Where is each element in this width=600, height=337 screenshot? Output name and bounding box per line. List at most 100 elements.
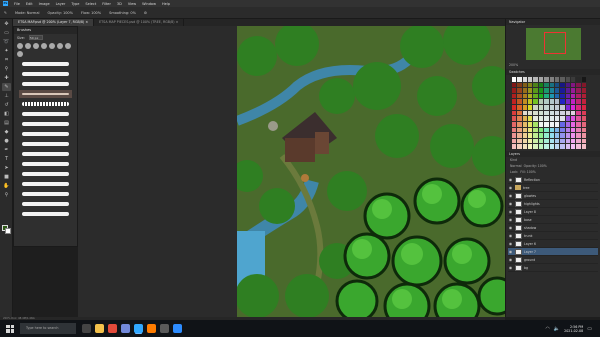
menu-window[interactable]: Window [142,2,156,6]
color-swatch[interactable] [565,82,570,88]
color-swatch[interactable] [576,77,581,82]
brush-stroke-preview[interactable] [19,160,72,168]
menu-3d[interactable]: 3D [117,2,122,6]
color-swatch[interactable] [554,88,560,93]
brush-stroke-preview[interactable] [19,180,72,188]
color-swatch[interactable] [581,88,586,93]
color-swatch[interactable] [549,110,554,116]
brush-tool-icon[interactable]: ✎ [4,11,7,15]
swatches-panel-title[interactable]: Swatches [506,69,600,75]
color-swatch[interactable] [538,82,544,88]
layer-row[interactable]: ◉ Layer 6 [508,240,598,248]
brush-stroke-preview[interactable] [19,170,72,178]
color-swatch[interactable] [533,127,538,133]
brush-stroke-preview[interactable] [19,110,72,118]
color-swatch[interactable] [576,82,581,88]
color-swatch[interactable] [512,110,517,116]
visibility-eye-icon[interactable]: ◉ [508,177,513,182]
brush-stroke-preview[interactable] [19,80,72,88]
visibility-eye-icon[interactable]: ◉ [508,233,513,238]
brush-preset[interactable] [65,43,71,49]
color-swatch[interactable] [533,110,538,116]
visibility-eye-icon[interactable]: ◉ [508,185,513,190]
color-swatch[interactable] [544,110,549,116]
mode-value[interactable]: Normal [27,11,40,15]
color-swatch[interactable] [528,82,533,88]
color-swatch[interactable] [528,110,533,116]
color-swatch[interactable] [544,105,549,110]
color-swatch[interactable] [565,121,570,127]
hand-tool-icon[interactable]: ✋ [2,182,11,190]
color-swatch[interactable] [512,133,517,138]
crop-tool-icon[interactable]: ⌗ [2,56,11,64]
menu-image[interactable]: Image [39,2,50,6]
color-swatch[interactable] [538,77,544,82]
brush-stroke-preview[interactable] [19,150,72,158]
color-swatch[interactable] [517,121,522,127]
color-swatch[interactable] [576,93,581,99]
layer-row[interactable]: ◉ glowies [508,192,598,200]
visibility-eye-icon[interactable]: ◉ [508,265,513,270]
color-swatch[interactable] [570,127,576,133]
color-swatch[interactable] [512,77,517,82]
color-swatch[interactable] [560,127,565,133]
color-swatch[interactable] [560,116,565,121]
color-swatch[interactable] [544,77,549,82]
color-swatch[interactable] [560,99,565,105]
dodge-tool-icon[interactable]: ● [2,137,11,145]
color-swatch[interactable] [544,138,549,144]
color-swatch[interactable] [565,88,570,93]
brush-stroke-preview-selected[interactable] [19,90,72,98]
color-swatch[interactable] [581,77,586,82]
menu-edit[interactable]: Edit [26,2,33,6]
obs-icon[interactable] [160,324,169,333]
color-swatch[interactable] [517,77,522,82]
photoshop-icon[interactable] [134,324,143,333]
lasso-tool-icon[interactable]: ➰ [2,38,11,46]
visibility-eye-icon[interactable]: ◉ [508,193,513,198]
color-swatch[interactable] [560,144,565,149]
menu-type[interactable]: Type [71,2,79,6]
color-swatch[interactable] [533,121,538,127]
navigator-thumbnail[interactable] [526,28,581,60]
color-swatch[interactable] [576,121,581,127]
color-swatch[interactable] [522,121,528,127]
eraser-tool-icon[interactable]: ◧ [2,110,11,118]
history-brush-tool-icon[interactable]: ↺ [2,101,11,109]
color-swatch[interactable] [565,110,570,116]
color-swatch[interactable] [528,127,533,133]
color-swatch[interactable] [533,105,538,110]
notifications-icon[interactable]: ▭ [587,326,592,332]
color-swatch[interactable] [576,133,581,138]
color-swatch[interactable] [581,110,586,116]
color-swatch[interactable] [570,88,576,93]
color-swatch[interactable] [512,121,517,127]
color-swatch[interactable] [554,138,560,144]
color-swatch[interactable] [533,99,538,105]
color-swatch[interactable] [549,138,554,144]
magic-wand-tool-icon[interactable]: ✦ [2,47,11,55]
color-swatch[interactable] [554,116,560,121]
volume-icon[interactable]: 🔈 [554,326,560,332]
color-swatch[interactable] [570,99,576,105]
move-tool-icon[interactable]: ✥ [2,20,11,28]
color-swatch[interactable] [570,110,576,116]
color-swatch[interactable] [570,105,576,110]
shape-tool-icon[interactable]: ■ [2,173,11,181]
color-swatch[interactable] [512,99,517,105]
color-swatch[interactable] [528,121,533,127]
color-swatch[interactable] [538,127,544,133]
color-swatch[interactable] [528,77,533,82]
menu-file[interactable]: File [14,2,20,6]
color-swatch[interactable] [570,121,576,127]
color-swatch[interactable] [549,116,554,121]
color-swatch[interactable] [570,138,576,144]
color-swatch[interactable] [522,99,528,105]
color-swatch[interactable] [560,77,565,82]
visibility-eye-icon[interactable]: ◉ [508,257,513,262]
layer-row[interactable]: ◉ tree [508,184,598,192]
color-swatch[interactable] [544,82,549,88]
color-swatch[interactable] [517,110,522,116]
color-swatch[interactable] [538,116,544,121]
brush-size-field[interactable]: 50 px [28,35,43,40]
